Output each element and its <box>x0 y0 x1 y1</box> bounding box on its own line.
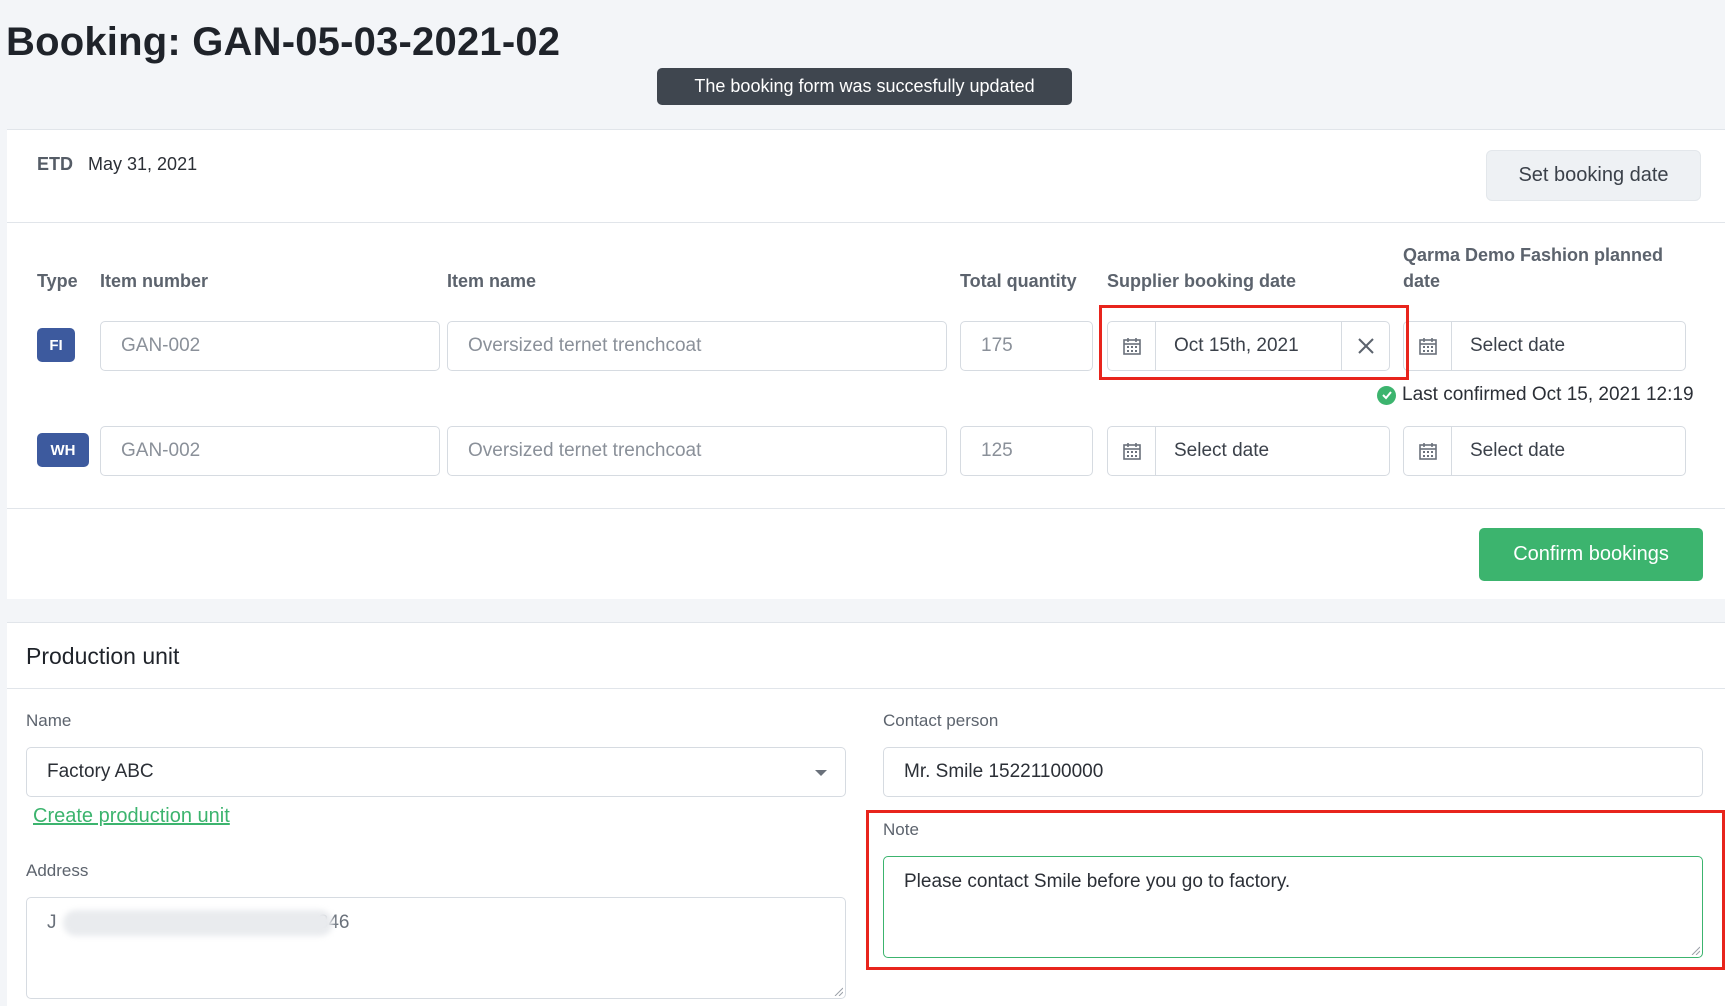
production-unit-value: Factory ABC <box>47 761 154 782</box>
last-confirmed-status: Last confirmed Oct 15, 2021 12:19 <box>1377 384 1694 406</box>
highlight-supplier-date <box>1099 305 1409 380</box>
item-name-input[interactable]: Oversized ternet trenchcoat <box>447 321 947 371</box>
calendar-icon[interactable] <box>1108 427 1156 475</box>
booking-card: ETD May 31, 2021 Set booking date Type I… <box>7 129 1725 599</box>
success-toast: The booking form was succesfully updated <box>657 68 1072 105</box>
page-title: Booking: GAN-05-03-2021-02 <box>6 20 561 64</box>
etd-row: ETD May 31, 2021 <box>37 154 197 175</box>
address-label: Address <box>26 861 89 880</box>
header-planned-date: Qarma Demo Fashion planned date <box>1403 245 1664 291</box>
calendar-icon[interactable] <box>1404 322 1452 370</box>
type-badge-fi: FI <box>37 328 75 362</box>
supplier-booking-date-picker[interactable]: Select date <box>1107 426 1390 476</box>
highlight-note <box>866 810 1725 970</box>
quantity-input[interactable]: 175 <box>960 321 1093 371</box>
set-booking-date-button[interactable]: Set booking date <box>1486 150 1701 201</box>
production-unit-select[interactable]: Factory ABC <box>26 747 846 797</box>
check-circle-icon <box>1377 385 1396 405</box>
header-total-quantity: Total quantity <box>960 271 1077 291</box>
section-title: Production unit <box>26 643 180 669</box>
divider <box>7 508 1725 509</box>
contact-person-input[interactable]: Mr. Smile 15221100000 <box>883 747 1703 797</box>
supplier-booking-date-value: Select date <box>1174 440 1270 461</box>
redacted-address <box>63 910 333 936</box>
address-textarea[interactable]: J 846 <box>26 897 846 999</box>
etd-label: ETD <box>37 154 73 174</box>
production-unit-card: Production unit Name Factory ABC Create … <box>7 622 1725 1006</box>
address-text-start: J <box>47 912 57 933</box>
header-item-number: Item number <box>100 271 209 291</box>
header-supplier-booking-date: Supplier booking date <box>1107 271 1297 291</box>
contact-person-label: Contact person <box>883 711 999 730</box>
resize-grip-icon[interactable] <box>833 986 843 996</box>
planned-date-value: Select date <box>1470 335 1566 356</box>
type-badge-wh: WH <box>37 433 89 467</box>
confirm-bookings-button[interactable]: Confirm bookings <box>1479 528 1703 581</box>
last-confirmed-text: Last confirmed Oct 15, 2021 12:19 <box>1402 384 1694 405</box>
chevron-down-icon <box>815 770 827 776</box>
header-type: Type <box>37 271 78 291</box>
name-label: Name <box>26 711 72 730</box>
divider <box>7 222 1725 223</box>
etd-value: May 31, 2021 <box>88 154 198 174</box>
quantity-input[interactable]: 125 <box>960 426 1093 476</box>
planned-date-picker[interactable]: Select date <box>1403 321 1686 371</box>
calendar-icon[interactable] <box>1404 427 1452 475</box>
item-number-input[interactable]: GAN-002 <box>100 426 440 476</box>
planned-date-value: Select date <box>1470 440 1566 461</box>
header-item-name: Item name <box>447 271 537 291</box>
item-number-input[interactable]: GAN-002 <box>100 321 440 371</box>
create-production-unit-link[interactable]: Create production unit <box>33 805 230 828</box>
planned-date-picker[interactable]: Select date <box>1403 426 1686 476</box>
item-name-input[interactable]: Oversized ternet trenchcoat <box>447 426 947 476</box>
divider <box>7 688 1725 689</box>
